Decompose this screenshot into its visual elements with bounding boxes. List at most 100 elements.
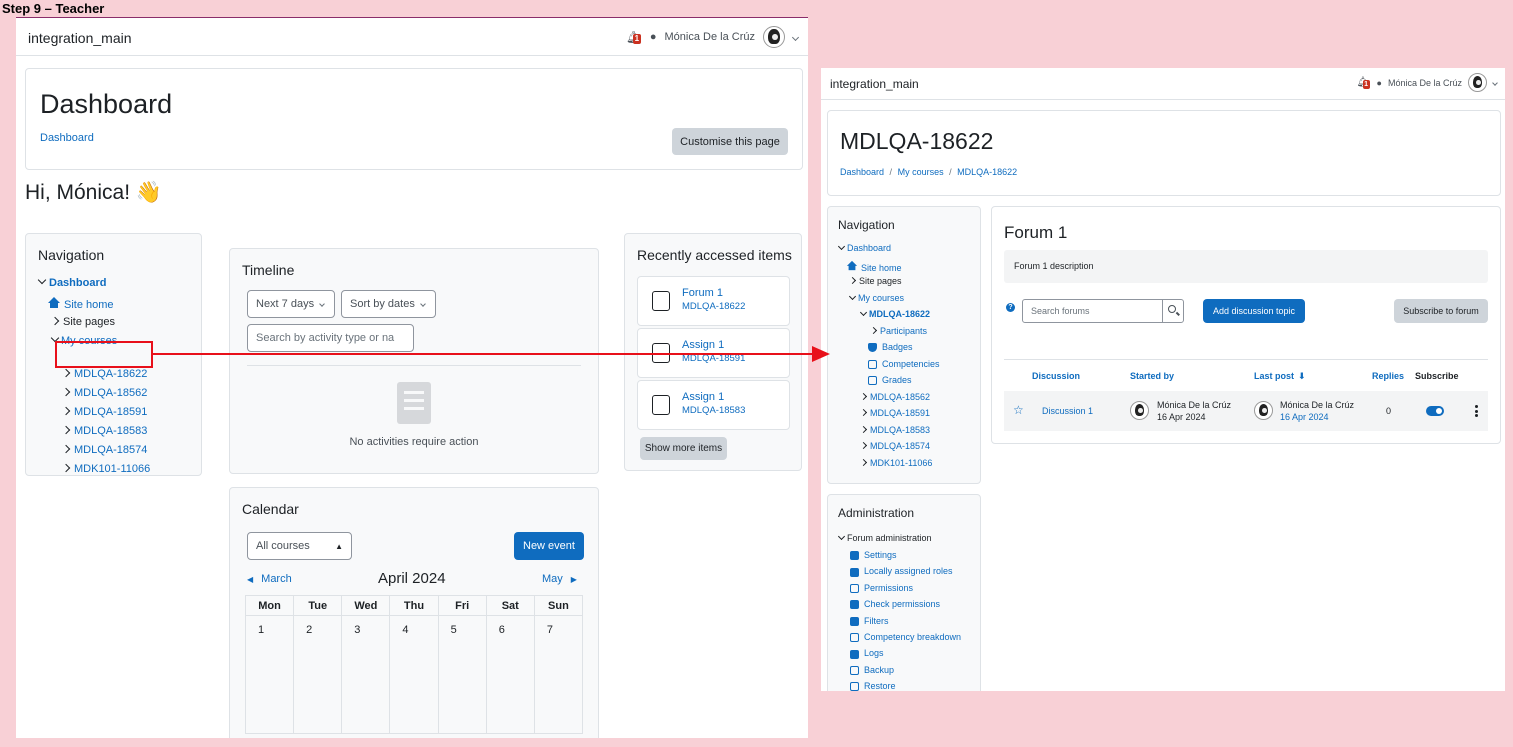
home-icon xyxy=(48,297,60,308)
nav-grades[interactable]: Grades xyxy=(868,375,912,386)
calendar-day-cell[interactable]: 5 xyxy=(437,615,487,734)
calendar-course-filter[interactable]: All courses ▲︎ xyxy=(247,532,352,560)
avatar[interactable] xyxy=(763,26,785,48)
nav-dashboard[interactable]: Dashboard xyxy=(37,275,106,289)
star-icon[interactable]: ☆ xyxy=(1013,403,1024,417)
timeline-day-filter[interactable]: Next 7 days xyxy=(247,290,335,318)
course-header: MDLQA-18622 Dashboard / My courses / MDL… xyxy=(827,110,1501,196)
nav-course-item[interactable]: MDLQA-18562 xyxy=(61,387,147,399)
admin-item[interactable]: Permissions xyxy=(850,583,913,593)
calendar-day-header: Mon xyxy=(244,595,295,616)
top-navbar: integration_main 🔔︎ 1 ● Mónica De la Crú… xyxy=(16,18,808,56)
show-more-items-button[interactable]: Show more items xyxy=(640,437,727,460)
check-square-icon xyxy=(850,633,859,643)
breadcrumb-dashboard[interactable]: Dashboard xyxy=(840,167,884,177)
more-options-icon[interactable] xyxy=(1475,405,1478,419)
breadcrumb[interactable]: Dashboard xyxy=(40,132,94,144)
nav-site-home[interactable]: Site home xyxy=(48,297,114,311)
breadcrumb-course[interactable]: MDLQA-18622 xyxy=(957,167,1017,177)
calendar-day-cell[interactable]: 2 xyxy=(293,615,343,734)
forum-title: Forum 1 xyxy=(1004,223,1068,242)
admin-item[interactable]: Check permissions xyxy=(850,599,940,610)
table-row: ☆ Discussion 1 Mónica De la Crúz 16 Apr … xyxy=(1004,391,1488,431)
admin-item[interactable]: Settings xyxy=(850,550,897,561)
recent-item[interactable]: Assign 1 MDLQA-18583 xyxy=(637,380,790,430)
help-icon[interactable]: ? xyxy=(1006,303,1015,312)
nav-site-pages[interactable]: Site pages xyxy=(50,316,115,328)
nav-course-item[interactable]: MDLQA-18583 xyxy=(61,425,147,437)
avatar xyxy=(1130,401,1149,420)
last-post-date[interactable]: 16 Apr 2024 xyxy=(1280,412,1329,422)
nav-dashboard[interactable]: Dashboard xyxy=(837,242,891,253)
subscribe-toggle[interactable] xyxy=(1426,406,1444,416)
admin-item[interactable]: Competency breakdown xyxy=(850,632,961,643)
admin-item[interactable]: Filters xyxy=(850,616,889,626)
calendar-day-cell[interactable]: 3 xyxy=(341,615,391,734)
admin-item[interactable]: Locally assigned roles xyxy=(850,566,953,577)
admin-item[interactable]: Backup xyxy=(850,665,894,675)
timeline-sort-select[interactable]: Sort by dates xyxy=(341,290,436,318)
search-button[interactable] xyxy=(1162,299,1184,323)
nav-course-item[interactable]: MDK101-11066 xyxy=(61,463,150,475)
nav-competencies[interactable]: Competencies xyxy=(868,359,940,370)
nav-current-course[interactable]: MDLQA-18622 xyxy=(859,308,930,319)
chevron-down-icon[interactable] xyxy=(791,33,800,41)
calendar-day-cell[interactable]: 1 xyxy=(244,615,295,734)
nav-site-pages[interactable]: Site pages xyxy=(848,276,902,286)
nav-course-item[interactable]: MDLQA-18622 xyxy=(61,368,147,380)
user-name[interactable]: Mónica De la Crúz xyxy=(665,31,755,43)
top-navbar: integration_main 🔔︎ 1 ● Mónica De la Crú… xyxy=(821,68,1505,100)
customise-page-button[interactable]: Customise this page xyxy=(672,128,788,155)
next-month-link[interactable]: May ▶ xyxy=(542,573,577,585)
recent-item-name[interactable]: Assign 1 xyxy=(682,339,724,351)
prev-month-link[interactable]: ◀ March xyxy=(247,573,292,585)
breadcrumb-my-courses[interactable]: My courses xyxy=(898,167,944,177)
nav-site-home[interactable]: Site home xyxy=(846,260,902,273)
administration-title: Administration xyxy=(838,506,915,520)
chevron-down-icon[interactable] xyxy=(1492,79,1498,86)
recent-item-course[interactable]: MDLQA-18622 xyxy=(682,301,745,312)
recent-item-name[interactable]: Forum 1 xyxy=(682,287,723,299)
search-icon xyxy=(1168,305,1176,313)
calendar-day-cell[interactable]: 4 xyxy=(389,615,439,734)
notifications-icon[interactable]: 🔔︎ 1 xyxy=(626,30,642,44)
admin-item[interactable]: Logs xyxy=(850,648,884,659)
chevron-down-icon xyxy=(419,301,426,307)
col-discussion[interactable]: Discussion xyxy=(1032,371,1080,381)
col-started-by[interactable]: Started by xyxy=(1130,371,1174,381)
admin-item[interactable]: Restore xyxy=(850,681,896,691)
file-icon xyxy=(850,665,859,675)
site-name[interactable]: integration_main xyxy=(830,77,919,91)
col-replies[interactable]: Replies xyxy=(1372,371,1404,381)
nav-course-item[interactable]: MDLQA-18583 xyxy=(859,425,930,435)
nav-course-item[interactable]: MDLQA-18574 xyxy=(61,444,147,456)
nav-course-item[interactable]: MDLQA-18591 xyxy=(61,406,147,418)
recent-item-name[interactable]: Assign 1 xyxy=(682,391,724,403)
site-name[interactable]: integration_main xyxy=(28,30,132,46)
new-event-button[interactable]: New event xyxy=(514,532,584,560)
forum-search-input[interactable]: Search forums xyxy=(1022,299,1163,323)
messages-icon[interactable]: ● xyxy=(650,31,657,43)
nav-my-courses[interactable]: My courses xyxy=(848,292,904,303)
nav-course-item[interactable]: MDK101-11066 xyxy=(859,458,932,468)
nav-course-item[interactable]: MDLQA-18574 xyxy=(859,441,930,451)
annotation-arrow-line xyxy=(153,353,813,355)
nav-participants[interactable]: Participants xyxy=(869,326,927,336)
nav-course-item[interactable]: MDLQA-18562 xyxy=(859,392,930,402)
user-name[interactable]: Mónica De la Crúz xyxy=(1388,78,1462,88)
calendar-day-cell[interactable]: 6 xyxy=(485,615,535,734)
notifications-icon[interactable]: 🔔︎ 1 xyxy=(1357,77,1371,89)
subscribe-to-forum-button[interactable]: Subscribe to forum xyxy=(1394,299,1488,323)
recent-item[interactable]: Forum 1 MDLQA-18622 xyxy=(637,276,790,326)
forum-administration[interactable]: Forum administration xyxy=(837,532,932,543)
avatar[interactable] xyxy=(1468,73,1487,92)
discussion-link[interactable]: Discussion 1 xyxy=(1042,406,1093,416)
recent-item-course[interactable]: MDLQA-18583 xyxy=(682,405,745,416)
nav-badges[interactable]: Badges xyxy=(868,342,913,353)
calendar-day-cell[interactable]: 7 xyxy=(533,615,584,734)
col-last-post[interactable]: Last post ⬇︎ xyxy=(1254,371,1306,382)
timeline-search-input[interactable]: Search by activity type or na xyxy=(247,324,414,352)
messages-icon[interactable]: ● xyxy=(1377,78,1382,88)
add-discussion-topic-button[interactable]: Add discussion topic xyxy=(1203,299,1305,323)
nav-course-item[interactable]: MDLQA-18591 xyxy=(859,408,930,418)
